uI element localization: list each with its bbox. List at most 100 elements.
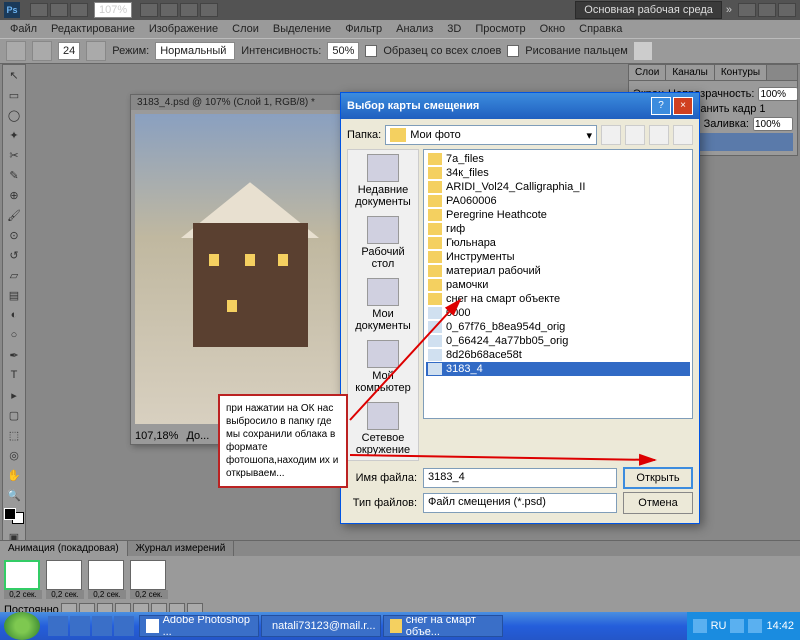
place-recent[interactable]: Недавние документы: [352, 154, 414, 208]
place-desktop[interactable]: Рабочий стол: [352, 216, 414, 270]
stamp-tool[interactable]: ⊙: [3, 225, 25, 245]
folder-combo[interactable]: Мои фото ▾: [385, 125, 597, 145]
menu-layers[interactable]: Слои: [226, 21, 265, 37]
menu-view[interactable]: Просмотр: [469, 21, 531, 37]
maximize-button[interactable]: [758, 3, 776, 17]
list-item[interactable]: Гюльнара: [426, 236, 690, 250]
list-item[interactable]: PA060006: [426, 194, 690, 208]
view-menu-button[interactable]: [673, 125, 693, 145]
menu-3d[interactable]: 3D: [441, 21, 467, 37]
ql-icon[interactable]: [114, 616, 134, 636]
smudge-tool[interactable]: ◐: [3, 305, 25, 325]
rotate-view-icon[interactable]: [160, 3, 178, 17]
brush-panel-icon[interactable]: [86, 41, 106, 61]
menu-filter[interactable]: Фильтр: [339, 21, 388, 37]
list-item[interactable]: снег на смарт объекте: [426, 292, 690, 306]
list-item[interactable]: 0_66424_4a77bb05_orig: [426, 334, 690, 348]
place-network[interactable]: Сетевое окружение: [352, 402, 414, 456]
menu-help[interactable]: Справка: [573, 21, 628, 37]
frame-2[interactable]: 0,2 сек.: [46, 560, 84, 599]
sample-all-checkbox[interactable]: [365, 45, 377, 57]
dialog-help-button[interactable]: ?: [651, 97, 671, 115]
filename-field[interactable]: 3183_4: [423, 468, 617, 488]
intensity-field[interactable]: 50%: [327, 42, 359, 60]
frame-4[interactable]: 0,2 сек.: [130, 560, 168, 599]
eyedropper-tool[interactable]: ✎: [3, 165, 25, 185]
pen-tool[interactable]: ✒: [3, 345, 25, 365]
taskbar-task-browser[interactable]: natali73123@mail.r...: [261, 615, 381, 637]
smudge-tool-icon[interactable]: [6, 41, 26, 61]
document-title[interactable]: 3183_4.psd @ 107% (Слой 1, RGB/8) *: [131, 95, 369, 110]
menu-image[interactable]: Изображение: [143, 21, 224, 37]
type-tool[interactable]: T: [3, 365, 25, 385]
brush-tool[interactable]: 🖌: [3, 205, 25, 225]
list-item[interactable]: 34к_files: [426, 166, 690, 180]
open-button[interactable]: Открыть: [623, 467, 693, 489]
list-item-selected[interactable]: 3183_4: [426, 362, 690, 376]
menu-window[interactable]: Окно: [534, 21, 572, 37]
list-item[interactable]: 7a_files: [426, 152, 690, 166]
shape-tool[interactable]: ▢: [3, 405, 25, 425]
bridge-icon[interactable]: [30, 3, 48, 17]
list-item[interactable]: материал рабочий: [426, 264, 690, 278]
menu-select[interactable]: Выделение: [267, 21, 337, 37]
lasso-tool[interactable]: ◯: [3, 105, 25, 125]
canvas[interactable]: [135, 114, 365, 424]
frame-3[interactable]: 0,2 сек.: [88, 560, 126, 599]
tray-icon[interactable]: [693, 619, 707, 633]
hand-tool-icon[interactable]: [140, 3, 158, 17]
wand-tool[interactable]: ✦: [3, 125, 25, 145]
tray-lang[interactable]: RU: [711, 620, 727, 632]
move-tool[interactable]: ↖: [3, 65, 25, 85]
tab-animation[interactable]: Анимация (покадровая): [0, 541, 128, 556]
frame-1[interactable]: 0,2 сек.: [4, 560, 42, 599]
3d-tool[interactable]: ⬚: [3, 425, 25, 445]
workspace-switcher[interactable]: Основная рабочая среда: [575, 1, 722, 19]
tab-layers[interactable]: Слои: [629, 65, 666, 80]
back-button[interactable]: [601, 125, 621, 145]
zoom-field[interactable]: 107%: [94, 2, 132, 18]
crop-tool[interactable]: ✂: [3, 145, 25, 165]
hand-tool[interactable]: ✋: [3, 465, 25, 485]
tab-paths[interactable]: Контуры: [715, 65, 767, 80]
eraser-tool[interactable]: ▱: [3, 265, 25, 285]
list-item[interactable]: рамочки: [426, 278, 690, 292]
tray-icon[interactable]: [730, 619, 744, 633]
arrange-docs-icon[interactable]: [180, 3, 198, 17]
list-item[interactable]: Инструменты: [426, 250, 690, 264]
dialog-close-button[interactable]: ×: [673, 97, 693, 115]
file-list[interactable]: 7a_files 34к_files ARIDI_Vol24_Calligrap…: [423, 149, 693, 419]
tray-clock[interactable]: 14:42: [766, 620, 794, 632]
opacity-field[interactable]: [758, 87, 798, 101]
cancel-button[interactable]: Отмена: [623, 492, 693, 514]
color-swatches[interactable]: [4, 508, 24, 524]
new-folder-button[interactable]: [649, 125, 669, 145]
brush-preset-icon[interactable]: [32, 41, 52, 61]
zoom-tool[interactable]: 🔍: [3, 485, 25, 505]
list-item[interactable]: 8d26b68ace58t: [426, 348, 690, 362]
list-item[interactable]: ARIDI_Vol24_Calligraphia_II: [426, 180, 690, 194]
ql-icon[interactable]: [48, 616, 68, 636]
filetype-combo[interactable]: Файл смещения (*.psd): [423, 493, 617, 513]
dialog-titlebar[interactable]: Выбор карты смещения ? ×: [341, 93, 699, 119]
taskbar-task-folder[interactable]: снег на смарт объе...: [383, 615, 503, 637]
path-select-tool[interactable]: ▸: [3, 385, 25, 405]
status-doc[interactable]: До...: [186, 430, 209, 442]
gradient-tool[interactable]: ▤: [3, 285, 25, 305]
ql-icon[interactable]: [70, 616, 90, 636]
mode-select[interactable]: Нормальный: [155, 42, 235, 60]
tablet-pressure-icon[interactable]: [634, 42, 652, 60]
marquee-tool[interactable]: ▭: [3, 85, 25, 105]
taskbar-task-photoshop[interactable]: Adobe Photoshop ...: [139, 615, 259, 637]
list-item[interactable]: гиф: [426, 222, 690, 236]
brush-size-field[interactable]: 24: [58, 42, 80, 60]
tab-channels[interactable]: Каналы: [666, 65, 715, 80]
place-mydocs[interactable]: Мои документы: [352, 278, 414, 332]
ql-icon[interactable]: [92, 616, 112, 636]
status-zoom[interactable]: 107,18%: [135, 430, 178, 442]
place-mycomp[interactable]: Мой компьютер: [352, 340, 414, 394]
list-item[interactable]: 0000: [426, 306, 690, 320]
list-item[interactable]: 0_67f76_b8ea954d_orig: [426, 320, 690, 334]
mini-bridge-icon[interactable]: [50, 3, 68, 17]
menu-edit[interactable]: Редактирование: [45, 21, 141, 37]
